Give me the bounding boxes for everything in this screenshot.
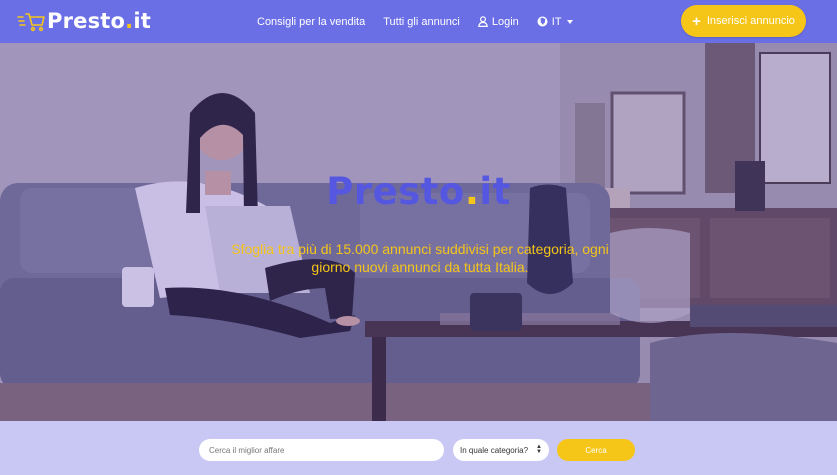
nav-link-login[interactable]: Login xyxy=(477,15,519,28)
add-listing-label: Inserisci annuncio xyxy=(706,15,795,27)
brand-logo-link[interactable]: Presto.it xyxy=(17,7,151,35)
user-icon xyxy=(477,16,488,27)
language-dropdown[interactable]: IT xyxy=(537,16,573,28)
nav-link-tips[interactable]: Consigli per la vendita xyxy=(257,16,365,28)
top-navbar: Presto.it Consigli per la vendita Tutti … xyxy=(0,0,837,43)
brand-name: Presto.it xyxy=(47,9,151,33)
globe-icon xyxy=(537,16,548,27)
category-select-value: In quale categoria? xyxy=(460,445,529,455)
add-listing-button[interactable]: + Inserisci annuncio xyxy=(681,5,806,37)
shopping-cart-logo-icon xyxy=(17,13,45,32)
plus-icon: + xyxy=(692,12,701,30)
hero-subtitle: Sfoglia tra più di 15.000 annunci suddiv… xyxy=(231,241,609,275)
search-button[interactable]: Cerca xyxy=(557,439,635,461)
nav-links: Consigli per la vendita Tutti gli annunc… xyxy=(257,0,591,43)
search-input[interactable] xyxy=(199,439,444,461)
language-label: IT xyxy=(551,15,562,28)
hero-section: Presto.it Sfoglia tra più di 15.000 annu… xyxy=(0,43,837,421)
hero-color-overlay xyxy=(0,43,837,421)
chevron-down-icon xyxy=(566,19,573,24)
select-arrows-icon: ▲ ▼ xyxy=(536,444,542,455)
hero-title: Presto.it xyxy=(326,170,511,213)
nav-link-all-ads[interactable]: Tutti gli annunci xyxy=(383,16,460,28)
search-bar: In quale categoria? ▲▼ Cerca xyxy=(0,421,837,475)
login-label: Login xyxy=(491,15,519,28)
category-select[interactable]: In quale categoria? ▲ ▼ xyxy=(453,439,549,461)
